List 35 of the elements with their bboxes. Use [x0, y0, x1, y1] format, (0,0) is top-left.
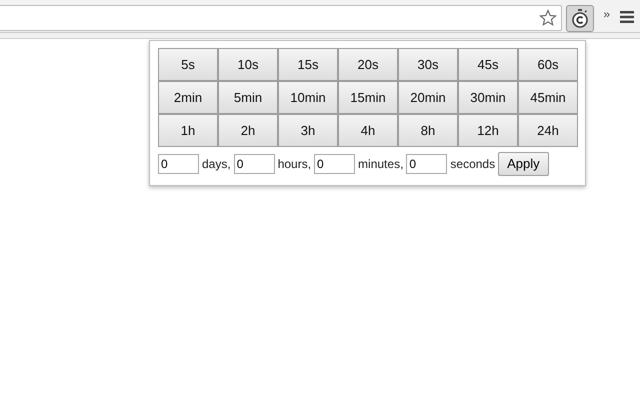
stopwatch-icon	[572, 9, 588, 28]
preset-button[interactable]: 30min	[458, 81, 518, 114]
stopwatch-extension-button[interactable]	[566, 5, 594, 32]
preset-button[interactable]: 30s	[398, 48, 458, 81]
preset-button[interactable]: 10s	[218, 48, 278, 81]
preset-button[interactable]: 24h	[518, 114, 578, 147]
unit-text: hours,	[278, 156, 312, 173]
overflow-chevron[interactable]: »	[603, 5, 610, 23]
preset-button[interactable]: 12h	[458, 114, 518, 147]
preset-button[interactable]: 45s	[458, 48, 518, 81]
number-field[interactable]: 0	[234, 154, 275, 174]
unit-text: days,	[202, 156, 231, 173]
address-field[interactable]	[0, 5, 562, 31]
preset-button[interactable]: 45min	[518, 81, 578, 114]
star-icon[interactable]	[539, 9, 558, 27]
number-field[interactable]: 0	[158, 154, 199, 174]
number-field[interactable]: 0	[314, 154, 356, 174]
number-field[interactable]: 0	[406, 154, 448, 174]
preset-button[interactable]: 20min	[398, 81, 458, 114]
preset-button[interactable]: 8h	[398, 114, 458, 147]
preset-button[interactable]: 5min	[218, 81, 278, 114]
preset-button[interactable]: 1h	[158, 114, 218, 147]
preset-button[interactable]: 4h	[338, 114, 398, 147]
preset-button[interactable]: 15min	[338, 81, 398, 114]
preset-button[interactable]: 60s	[518, 48, 578, 81]
preset-button[interactable]: 2min	[158, 81, 218, 114]
unit-text: minutes,	[358, 156, 404, 173]
preset-button[interactable]: 20s	[338, 48, 398, 81]
unit-text: seconds	[450, 156, 496, 173]
preset-button[interactable]: 3h	[278, 114, 338, 147]
preset-button[interactable]: 10min	[278, 81, 338, 114]
apply-button[interactable]: Apply	[498, 152, 549, 176]
preset-button[interactable]: 2h	[218, 114, 278, 147]
preset-button[interactable]: 15s	[278, 48, 338, 81]
preset-button[interactable]: 5s	[158, 48, 218, 81]
